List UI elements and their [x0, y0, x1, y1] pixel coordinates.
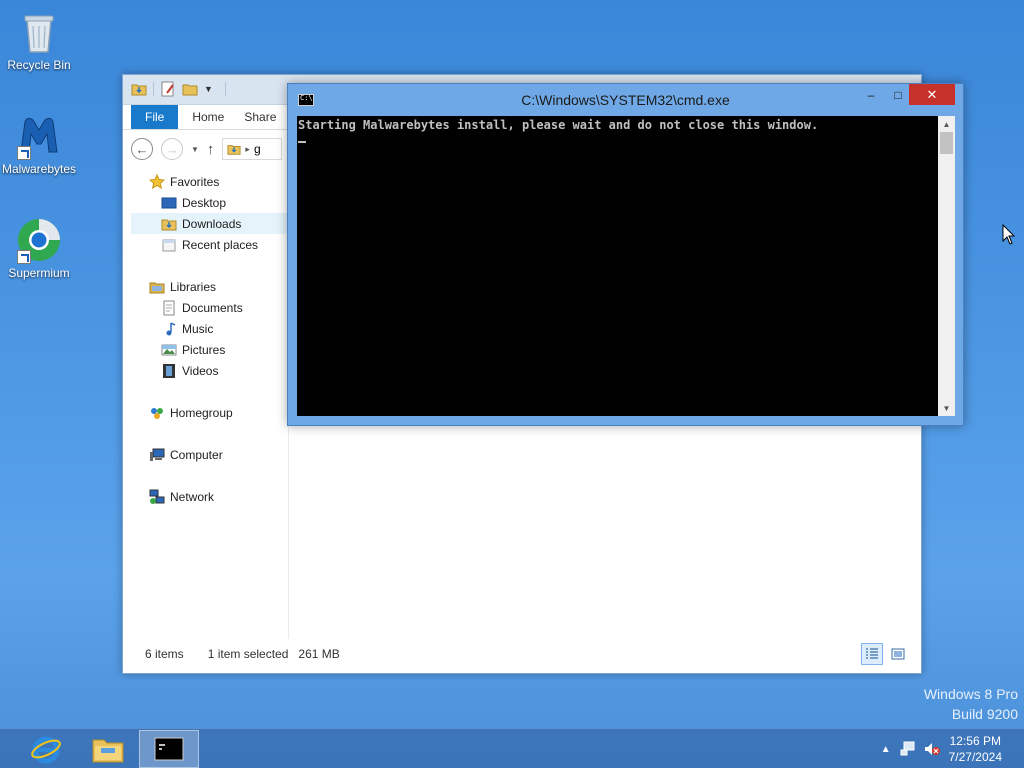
large-icons-view-icon	[891, 648, 905, 660]
view-buttons	[861, 643, 909, 665]
close-button[interactable]: ✕	[909, 84, 955, 105]
nav-desktop[interactable]: Desktop	[131, 192, 288, 213]
cmd-titlebar[interactable]: C:\Windows\SYSTEM32\cmd.exe – □ ✕	[288, 84, 963, 116]
recent-places-icon	[162, 239, 176, 251]
shortcut-arrow-icon	[17, 250, 31, 264]
status-selection: 1 item selected	[207, 647, 289, 661]
desktop-icon	[161, 197, 177, 208]
clock[interactable]: 12:56 PM 7/27/2024	[949, 733, 1002, 765]
nav-pictures[interactable]: Pictures	[131, 339, 288, 360]
cmd-taskbar-icon	[154, 737, 184, 761]
nav-videos[interactable]: Videos	[131, 360, 288, 381]
large-icons-view-button[interactable]	[887, 643, 909, 665]
forward-button[interactable]: →	[161, 138, 183, 160]
scroll-up-icon[interactable]: ▲	[938, 116, 955, 132]
cmd-window[interactable]: C:\Windows\SYSTEM32\cmd.exe – □ ✕ Starti…	[287, 83, 964, 426]
shortcut-arrow-icon	[17, 146, 31, 160]
nav-music[interactable]: Music	[131, 318, 288, 339]
nav-recent-places[interactable]: Recent places	[131, 234, 288, 255]
system-tray: ▲ 12:56 PM 7/27/2024	[881, 729, 1024, 768]
desktop-icon-recycle-bin[interactable]: Recycle Bin	[1, 8, 77, 72]
watermark-edition: Windows 8 Pro	[923, 686, 1018, 702]
internet-explorer-icon	[31, 736, 61, 764]
music-icon	[166, 321, 176, 335]
back-button[interactable]: ←	[131, 138, 153, 160]
malwarebytes-icon	[15, 112, 63, 160]
cmd-console[interactable]: Starting Malwarebytes install, please wa…	[297, 116, 938, 416]
address-text: g	[253, 142, 261, 156]
desktop-icon-label: Malwarebytes	[1, 162, 77, 176]
maximize-button[interactable]: □	[885, 84, 911, 105]
mouse-pointer-icon	[1002, 224, 1016, 245]
address-bar: ← → ▼ ↑ ▸ g	[131, 135, 283, 163]
videos-icon	[163, 363, 175, 378]
new-folder-icon[interactable]	[182, 81, 198, 97]
desktop-icon-supermium[interactable]: Supermium	[1, 216, 77, 280]
cmd-scrollbar[interactable]: ▲ ▼	[938, 116, 955, 416]
scroll-thumb[interactable]	[940, 132, 953, 154]
status-bar: 6 items 1 item selected 261 MB	[131, 641, 913, 667]
minimize-button[interactable]: –	[858, 84, 884, 105]
homegroup-icon	[151, 407, 163, 419]
supermium-icon	[15, 216, 63, 264]
nav-downloads[interactable]: Downloads	[131, 213, 288, 234]
ribbon-tabs: File Home Share	[131, 105, 276, 129]
nav-network[interactable]: Network	[131, 486, 288, 507]
network-icon	[149, 489, 165, 504]
taskbar-cmd[interactable]	[139, 730, 199, 768]
folder-icon	[227, 145, 241, 155]
tab-share[interactable]: Share	[238, 105, 276, 129]
details-view-button[interactable]	[861, 643, 883, 665]
windows-watermark: Windows 8 Pro Build 9200	[924, 684, 1018, 724]
nav-computer[interactable]: Computer	[131, 444, 288, 465]
downloads-folder-icon	[161, 219, 177, 230]
toolbar-divider	[224, 82, 226, 96]
taskbar: ▲ 12:56 PM 7/27/2024	[0, 728, 1024, 768]
watermark-build: Build 9200	[951, 706, 1018, 722]
nav-documents[interactable]: Documents	[131, 297, 288, 318]
recent-locations-chevron-icon[interactable]: ▼	[191, 145, 199, 154]
volume-muted-icon[interactable]	[923, 741, 941, 757]
star-icon	[149, 173, 165, 189]
recycle-bin-icon	[15, 8, 63, 56]
desktop-icon-malwarebytes[interactable]: Malwarebytes	[1, 112, 77, 176]
clock-time: 12:56 PM	[949, 734, 1001, 748]
details-view-icon	[866, 648, 878, 659]
status-item-count: 6 items	[145, 647, 184, 661]
desktop-icon-label: Recycle Bin	[7, 58, 71, 72]
breadcrumb-separator-icon[interactable]: ▸	[245, 144, 250, 155]
pictures-icon	[161, 344, 177, 355]
clock-date: 7/27/2024	[948, 750, 1002, 764]
navigation-pane: Favorites Desktop Downloads Recent place…	[131, 171, 289, 639]
network-status-icon[interactable]	[899, 741, 917, 757]
cmd-output-line: Starting Malwarebytes install, please wa…	[298, 118, 819, 132]
toolbar-divider	[153, 82, 154, 96]
tab-file[interactable]: File	[131, 105, 179, 129]
nav-homegroup[interactable]: Homegroup	[131, 402, 288, 423]
cmd-cursor	[298, 141, 306, 143]
libraries-icon	[149, 282, 165, 293]
customize-chevron-icon[interactable]: ▼	[204, 84, 213, 94]
nav-libraries[interactable]: Libraries	[131, 276, 288, 297]
show-hidden-icons-button[interactable]: ▲	[881, 744, 891, 755]
scroll-down-icon[interactable]: ▼	[938, 400, 955, 416]
properties-icon[interactable]	[160, 81, 176, 97]
address-input[interactable]: ▸ g	[222, 138, 283, 160]
nav-favorites[interactable]: Favorites	[131, 171, 288, 192]
tab-home[interactable]: Home	[178, 105, 238, 129]
file-explorer-icon	[92, 739, 124, 763]
taskbar-file-explorer[interactable]	[78, 730, 138, 768]
up-button[interactable]: ↑	[207, 141, 215, 158]
quick-access-toolbar: ▼	[131, 81, 226, 97]
status-size: 261 MB	[298, 647, 340, 661]
taskbar-internet-explorer[interactable]	[16, 730, 76, 768]
computer-icon	[150, 448, 165, 461]
folder-icon[interactable]	[131, 81, 147, 97]
desktop-icon-label: Supermium	[8, 266, 70, 280]
documents-icon	[163, 300, 175, 315]
